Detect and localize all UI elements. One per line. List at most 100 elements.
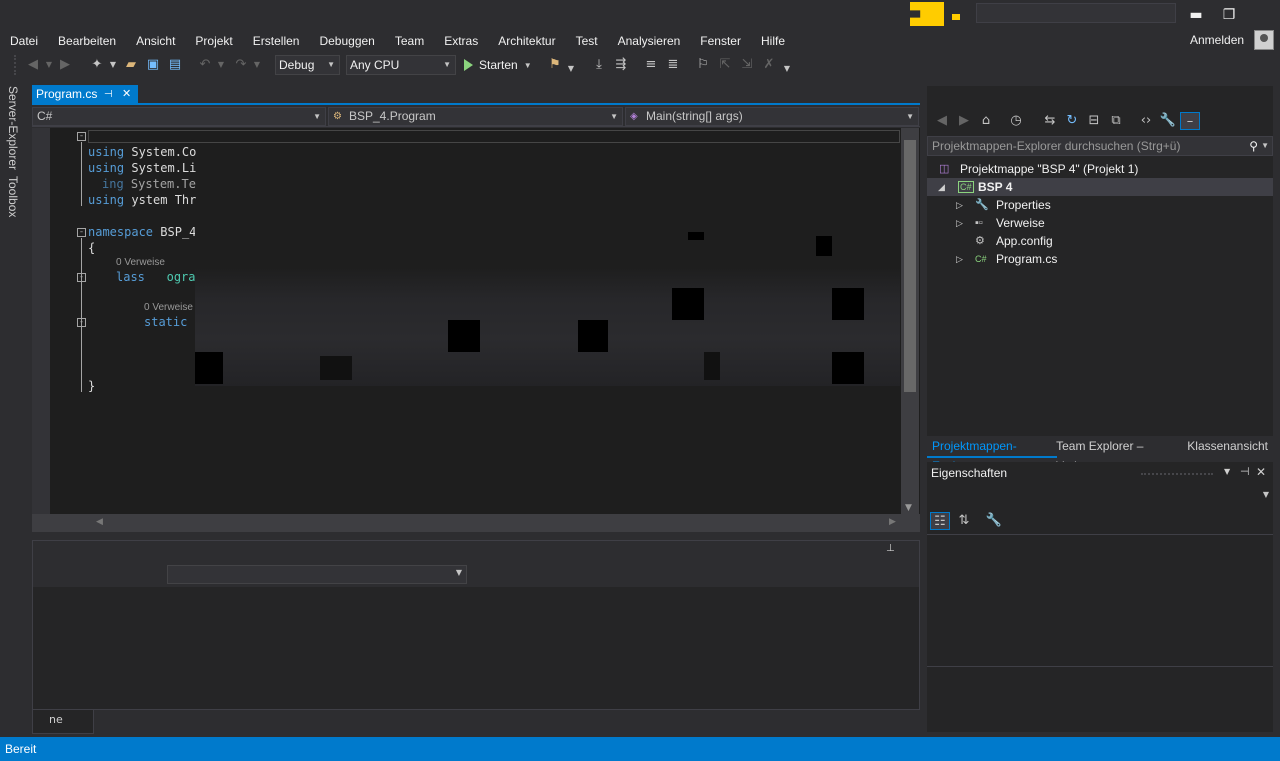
- close-icon[interactable]: ✕: [1256, 465, 1266, 479]
- tree-item-project[interactable]: ◢ C# BSP 4: [927, 178, 1273, 196]
- navigate-forward-icon[interactable]: ▶: [56, 56, 74, 74]
- horizontal-scrollbar[interactable]: [32, 514, 920, 532]
- tree-item-app-config[interactable]: ⚙ App.config: [927, 232, 1273, 250]
- preview-icon[interactable]: –: [1180, 112, 1200, 130]
- wrench-icon[interactable]: 🔧: [984, 512, 1004, 530]
- chevron-down-icon[interactable]: ▼: [562, 60, 580, 78]
- wrench-icon[interactable]: 🔧: [1158, 112, 1178, 130]
- collapsed-icon[interactable]: ▷: [956, 214, 963, 232]
- menu-datei[interactable]: Datei: [0, 31, 48, 51]
- step-into-icon[interactable]: ⤓: [590, 56, 608, 74]
- tree-item-references[interactable]: ▷ ▪▫ Verweise: [927, 214, 1273, 232]
- collapse-all-icon[interactable]: ⊟: [1084, 112, 1104, 130]
- scrollbar-thumb[interactable]: [904, 140, 916, 392]
- home-icon[interactable]: ⌂: [976, 112, 996, 130]
- menu-architektur[interactable]: Architektur: [488, 31, 565, 51]
- bookmark-icon[interactable]: ⚐: [694, 56, 712, 74]
- pin-icon[interactable]: ⊥: [886, 543, 895, 554]
- output-source-select[interactable]: ▼: [167, 565, 467, 584]
- uncomment-lines-icon[interactable]: ≣: [664, 56, 682, 74]
- close-icon[interactable]: ✕: [122, 85, 131, 104]
- expanded-icon[interactable]: ◢: [938, 178, 945, 196]
- project-dropdown[interactable]: C# ▼: [32, 107, 326, 126]
- notification-flag-icon[interactable]: [952, 14, 960, 20]
- collapse-icon[interactable]: -: [77, 132, 86, 141]
- tab-solution-explorer[interactable]: Projektmappen-Expl...: [927, 436, 1051, 473]
- view-code-icon[interactable]: ‹›: [1136, 112, 1156, 130]
- class-dropdown[interactable]: ⚙ BSP_4.Program ▼: [328, 107, 623, 126]
- refresh-icon[interactable]: ↻: [1062, 112, 1082, 130]
- collapse-icon[interactable]: -: [77, 228, 86, 237]
- references-codelens[interactable]: 0 Verweise: [116, 257, 165, 268]
- toolbar-options-icon[interactable]: ▼: [778, 60, 796, 78]
- next-bookmark-icon[interactable]: ⇲: [738, 56, 756, 74]
- menu-test[interactable]: Test: [566, 31, 608, 51]
- tab-program-cs[interactable]: Program.cs ⊣ ✕: [32, 85, 138, 104]
- save-icon[interactable]: ▣: [144, 56, 162, 74]
- chevron-down-icon[interactable]: ▼: [1261, 137, 1269, 155]
- member-dropdown[interactable]: ◈ Main(string[] args) ▼: [625, 107, 919, 126]
- toolbox-tab[interactable]: Toolbox: [6, 176, 20, 217]
- references-codelens[interactable]: 0 Verweise: [144, 302, 193, 313]
- chevron-down-icon[interactable]: ▼: [248, 56, 266, 74]
- menu-hilfe[interactable]: Hilfe: [751, 31, 795, 51]
- tree-item-properties[interactable]: ▷ 🔧 Properties: [927, 196, 1273, 214]
- menu-bearbeiten[interactable]: Bearbeiten: [48, 31, 126, 51]
- categorized-icon[interactable]: ☷: [930, 512, 950, 530]
- scroll-down-icon[interactable]: ▼: [905, 503, 912, 513]
- tree-item-solution[interactable]: ◫ Projektmappe "BSP 4" (Projekt 1): [927, 160, 1273, 178]
- back-icon[interactable]: ◀: [932, 112, 952, 130]
- code-line: lass ogra: [116, 270, 196, 284]
- restore-button[interactable]: ❐: [1212, 4, 1246, 26]
- chevron-down-icon[interactable]: ▼: [212, 56, 230, 74]
- menu-ansicht[interactable]: Ansicht: [126, 31, 185, 51]
- menu-fenster[interactable]: Fenster: [690, 31, 751, 51]
- chevron-down-icon[interactable]: ▼: [1224, 467, 1230, 476]
- pin-icon[interactable]: ⊣: [104, 85, 113, 104]
- avatar[interactable]: [1254, 30, 1274, 50]
- pin-icon[interactable]: ⊣: [1240, 465, 1250, 478]
- toolbar-grip[interactable]: [14, 55, 17, 75]
- start-debugging-button[interactable]: Starten ▼: [464, 55, 532, 75]
- menu-analysieren[interactable]: Analysieren: [608, 31, 691, 51]
- code-line: using System.Co: [88, 145, 196, 159]
- save-all-icon[interactable]: ▤: [166, 56, 184, 74]
- menu-erstellen[interactable]: Erstellen: [243, 31, 310, 51]
- tab-class-view[interactable]: Klassenansicht: [1182, 436, 1273, 456]
- clear-bookmarks-icon[interactable]: ✗: [760, 56, 778, 74]
- open-folder-icon[interactable]: ▰: [122, 56, 140, 74]
- step-over-icon[interactable]: ⇶: [612, 56, 630, 74]
- code-text: System.Co: [131, 145, 197, 159]
- sync-icon[interactable]: ⇆: [1040, 112, 1060, 130]
- show-all-files-icon[interactable]: ⧉: [1106, 112, 1126, 130]
- server-explorer-tab[interactable]: Server-Explorer: [6, 86, 20, 170]
- scroll-left-icon[interactable]: ◀: [96, 517, 103, 527]
- collapsed-icon[interactable]: ▷: [956, 196, 963, 214]
- menu-debuggen[interactable]: Debuggen: [309, 31, 384, 51]
- pending-changes-icon[interactable]: ◷: [1006, 112, 1026, 130]
- properties-object-select[interactable]: ▼: [929, 486, 1271, 506]
- tree-item-program-cs[interactable]: ▷ C# Program.cs: [927, 250, 1273, 268]
- tree-item-label: Properties: [996, 198, 1051, 212]
- search-icon[interactable]: ⚲: [1249, 137, 1258, 155]
- solution-search-input[interactable]: Projektmappen-Explorer durchsuchen (Strg…: [927, 136, 1273, 156]
- configuration-select[interactable]: Debug ▼: [275, 55, 340, 75]
- previous-bookmark-icon[interactable]: ⇱: [716, 56, 734, 74]
- chevron-down-icon[interactable]: ▼: [104, 56, 122, 74]
- rendering-artifact: [195, 228, 900, 386]
- output-tab[interactable]: ne: [32, 710, 94, 734]
- sign-in-link[interactable]: Anmelden: [1190, 33, 1244, 47]
- quick-launch-input[interactable]: [976, 3, 1176, 23]
- menu-projekt[interactable]: Projekt: [185, 31, 242, 51]
- menu-team[interactable]: Team: [385, 31, 434, 51]
- comment-lines-icon[interactable]: ≡: [642, 56, 660, 74]
- scroll-right-icon[interactable]: ▶: [889, 517, 896, 527]
- platform-select[interactable]: Any CPU ▼: [346, 55, 456, 75]
- tab-team-explorer[interactable]: Team Explorer – Verb...: [1051, 436, 1182, 473]
- panel-grip[interactable]: [1141, 473, 1213, 475]
- alphabetical-icon[interactable]: ⇅: [954, 512, 974, 530]
- collapsed-icon[interactable]: ▷: [956, 250, 963, 268]
- minimize-button[interactable]: ▬: [1179, 4, 1213, 26]
- forward-icon[interactable]: ▶: [954, 112, 974, 130]
- menu-extras[interactable]: Extras: [434, 31, 488, 51]
